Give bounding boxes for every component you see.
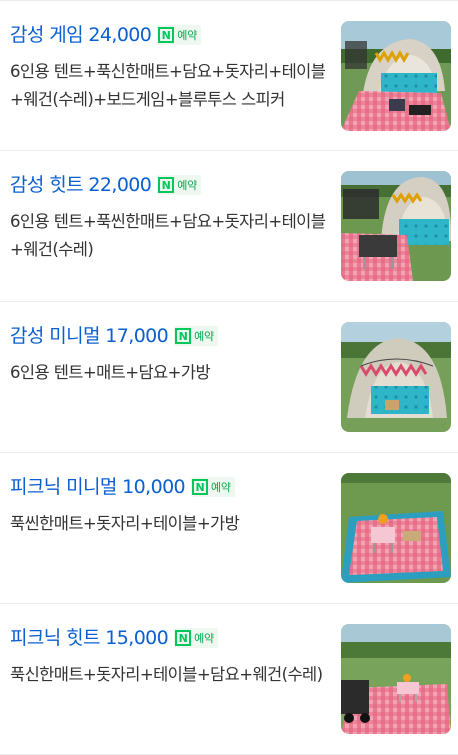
naver-logo-icon: N	[175, 328, 192, 344]
product-description: 푹신한매트+돗자리+테이블+담요+웨건(수레)	[10, 665, 323, 684]
reservation-badge: N 예약	[157, 175, 201, 195]
product-title-link[interactable]: 감성 힛트 22,000	[10, 173, 152, 197]
picnic-mat-photo-icon	[341, 473, 451, 583]
picnic-wagon-photo-icon	[341, 624, 451, 734]
product-description: 6인용 텐트+푹신한매트+담요+돗자리+테이블+웨건(수레)+보드게임+블루투스…	[10, 62, 326, 109]
tent-photo-icon	[341, 21, 451, 131]
product-thumbnail[interactable]	[341, 624, 451, 734]
product-title-link[interactable]: 감성 게임 24,000	[10, 23, 152, 47]
product-thumbnail[interactable]	[341, 322, 451, 432]
product-title[interactable]: 피크닉 미니멀 10,000	[10, 476, 186, 498]
product-card-2[interactable]: 감성 힛트 22,000 N 예약 6인용 텐트+푹씬한매트+담요+돗자리+테이…	[0, 151, 458, 302]
product-thumbnail[interactable]	[341, 21, 451, 131]
title-row: 피크닉 힛트 15,000 N 예약	[10, 626, 218, 650]
reservation-badge: N 예약	[191, 477, 235, 497]
product-list: 감성 게임 24,000 N 예약 6인용 텐트+푹신한매트+담요+돗자리+테이…	[0, 0, 458, 755]
title-row: 감성 미니멀 17,000 N 예약	[10, 324, 218, 348]
reservation-label: 예약	[177, 29, 197, 42]
product-title[interactable]: 감성 미니멀 17,000	[10, 325, 169, 347]
product-thumbnail[interactable]	[341, 473, 451, 583]
product-thumbnail[interactable]	[341, 171, 451, 281]
product-title[interactable]: 감성 힛트 22,000	[10, 174, 152, 196]
title-row: 감성 게임 24,000 N 예약	[10, 23, 201, 47]
reservation-label: 예약	[194, 330, 214, 343]
product-title-link[interactable]: 피크닉 미니멀 10,000	[10, 475, 186, 499]
reservation-badge: N 예약	[174, 326, 218, 346]
product-title[interactable]: 감성 게임 24,000	[10, 24, 152, 46]
product-title[interactable]: 피크닉 힛트 15,000	[10, 627, 169, 649]
tent-wagon-photo-icon	[341, 171, 451, 281]
product-description: 6인용 텐트+매트+담요+가방	[10, 363, 211, 382]
naver-logo-icon: N	[192, 479, 209, 495]
product-title-link[interactable]: 감성 미니멀 17,000	[10, 324, 169, 348]
reservation-badge: N 예약	[174, 628, 218, 648]
product-description: 6인용 텐트+푹씬한매트+담요+돗자리+테이블+웨건(수레)	[10, 212, 326, 259]
title-row: 감성 힛트 22,000 N 예약	[10, 173, 201, 197]
product-title-link[interactable]: 피크닉 힛트 15,000	[10, 626, 169, 650]
reservation-label: 예약	[194, 632, 214, 645]
naver-logo-icon: N	[158, 177, 175, 193]
product-card-1[interactable]: 감성 게임 24,000 N 예약 6인용 텐트+푹신한매트+담요+돗자리+테이…	[0, 0, 458, 151]
product-description: 푹씬한매트+돗자리+테이블+가방	[10, 514, 240, 533]
product-card-4[interactable]: 피크닉 미니멀 10,000 N 예약 푹씬한매트+돗자리+테이블+가방	[0, 453, 458, 604]
naver-logo-icon: N	[158, 27, 175, 43]
tent-bunting-photo-icon	[341, 322, 451, 432]
product-card-3[interactable]: 감성 미니멀 17,000 N 예약 6인용 텐트+매트+담요+가방	[0, 302, 458, 453]
title-row: 피크닉 미니멀 10,000 N 예약	[10, 475, 235, 499]
reservation-label: 예약	[177, 179, 197, 192]
product-card-5[interactable]: 피크닉 힛트 15,000 N 예약 푹신한매트+돗자리+테이블+담요+웨건(수…	[0, 604, 458, 755]
reservation-label: 예약	[211, 481, 231, 494]
reservation-badge: N 예약	[157, 25, 201, 45]
naver-logo-icon: N	[175, 630, 192, 646]
